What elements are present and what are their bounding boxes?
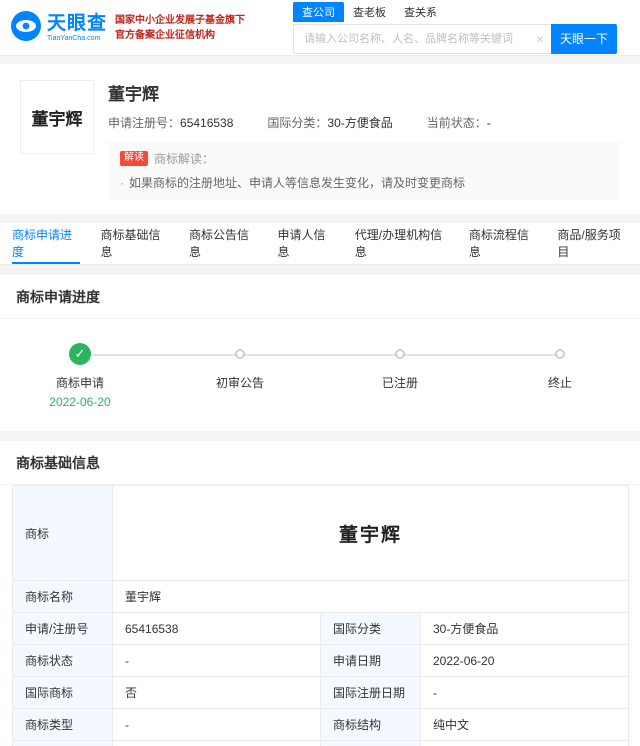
search-tab-relation[interactable]: 查关系 — [395, 2, 446, 22]
check-icon: ✓ — [69, 343, 91, 365]
table-row: 申请/注册号 65416538 国际分类 30-方便食品 — [12, 612, 630, 645]
row-label: 商标 — [12, 485, 113, 581]
table-row: 商标形式 - 优先权日期? - — [12, 740, 630, 746]
progress-step-terminated: 终止 — [480, 343, 640, 409]
tab-base-info[interactable]: 商标基础信息 — [101, 223, 169, 264]
trademark-image: 董宇辉 — [339, 524, 403, 546]
slogan-line-2: 官方备案企业征信机构 — [115, 29, 216, 41]
row-value: - — [112, 708, 321, 741]
row-value: - — [112, 644, 321, 677]
progress-section-title: 商标申请进度 — [0, 275, 640, 319]
step-label: 终止 — [547, 376, 572, 390]
step-label: 已注册 — [381, 376, 418, 390]
pending-circle-icon — [235, 349, 245, 359]
class-label: 国际分类： — [267, 116, 328, 130]
row-label: 商标形式 — [12, 740, 113, 746]
reg-no-value: 65416538 — [180, 116, 234, 130]
search-input[interactable] — [294, 24, 552, 53]
progress-section: 商标申请进度 ✓ 商标申请 2022-06-20 初审公告 已注册 终止 — [0, 275, 640, 431]
row-value: 否 — [112, 676, 321, 709]
slogan-line-1: 国家中小企业发展子基金旗下 — [115, 14, 246, 26]
progress-steps: ✓ 商标申请 2022-06-20 初审公告 已注册 终止 — [0, 319, 640, 431]
table-row: 商标名称 董宇辉 — [12, 580, 630, 613]
row-label: 商标结构 — [320, 708, 421, 741]
page: 天眼查 TianYanCha.com 国家中小企业发展子基金旗下 官方备案企业征… — [0, 0, 640, 746]
base-info-table: 商标 董宇辉 商标名称 董宇辉 申请/注册号 65416538 国际分类 30-… — [12, 485, 630, 746]
tianyancha-eye-icon — [10, 10, 42, 45]
row-label: 国际商标 — [12, 676, 113, 709]
row-label: 商标名称 — [12, 580, 113, 613]
official-slogan: 国家中小企业发展子基金旗下 官方备案企业征信机构 — [115, 13, 245, 43]
table-row: 商标 董宇辉 — [12, 485, 630, 581]
logo-domain: TianYanCha.com — [47, 34, 101, 42]
row-value: 董宇辉 — [111, 580, 630, 613]
base-info-section: 商标基础信息 商标 董宇辉 商标名称 董宇辉 申请/注册号 65416538 国… — [0, 441, 640, 746]
tianyancha-logo[interactable]: 天眼查 TianYanCha.com — [10, 10, 107, 45]
step-date: 2022-06-20 — [49, 395, 111, 409]
interpret-label: 商标解读： — [154, 152, 215, 166]
table-row: 国际商标 否 国际注册日期 - — [12, 676, 630, 709]
tab-trademark-progress[interactable]: 商标申请进度 — [12, 223, 80, 264]
row-label: 国际分类 — [320, 612, 421, 645]
search-area: 查公司 查老板 查关系 × 天眼一下 — [293, 1, 618, 54]
row-label: 商标状态 — [12, 644, 113, 677]
row-value: - — [112, 740, 321, 746]
search-tab-boss[interactable]: 查老板 — [344, 2, 395, 22]
progress-step-registered: 已注册 — [320, 343, 480, 409]
row-value: 纯中文 — [419, 708, 630, 741]
table-row: 商标状态 - 申请日期 2022-06-20 — [12, 644, 630, 677]
bullet: · — [120, 176, 124, 190]
search-tabs: 查公司 查老板 查关系 — [293, 1, 617, 22]
row-value: - — [419, 740, 630, 746]
pending-circle-icon — [395, 349, 405, 359]
search-input-wrap: × — [293, 23, 552, 54]
tab-agency-info[interactable]: 代理/办理机构信息 — [355, 223, 448, 264]
tab-announcement-info[interactable]: 商标公告信息 — [189, 223, 257, 264]
step-label: 初审公告 — [215, 376, 264, 390]
reg-no-label: 申请注册号： — [108, 116, 181, 130]
page-title: 董宇辉 — [108, 85, 159, 104]
summary-meta: 申请注册号：65416538 国际分类：30-方便食品 当前状态：- — [108, 114, 620, 131]
step-label: 商标申请 — [55, 376, 104, 390]
search-tab-company[interactable]: 查公司 — [293, 1, 345, 22]
row-value: 30-方便食品 — [419, 612, 630, 645]
pending-circle-icon — [555, 349, 565, 359]
tab-process-info[interactable]: 商标流程信息 — [469, 223, 537, 264]
row-value: 2022-06-20 — [419, 644, 630, 677]
trademark-summary-card: 董宇辉 董宇辉 申请注册号：65416538 国际分类：30-方便食品 当前状态… — [0, 64, 640, 214]
class-value: 30-方便食品 — [327, 116, 393, 130]
progress-step-preliminary: 初审公告 — [160, 343, 320, 409]
base-info-section-title: 商标基础信息 — [0, 441, 640, 485]
row-label: 商标类型 — [12, 708, 113, 741]
section-tabbar: 商标申请进度 商标基础信息 商标公告信息 申请人信息 代理/办理机构信息 商标流… — [0, 223, 640, 265]
table-row: 商标类型 - 商标结构 纯中文 — [12, 708, 630, 741]
clear-icon[interactable]: × — [536, 32, 544, 45]
site-header: 天眼查 TianYanCha.com 国家中小企业发展子基金旗下 官方备案企业征… — [0, 0, 640, 56]
row-label: 申请日期 — [320, 644, 421, 677]
tab-applicant-info[interactable]: 申请人信息 — [278, 223, 334, 264]
row-label: 申请/注册号 — [12, 612, 113, 645]
trademark-interpret-box: 解读 商标解读： · 如果商标的注册地址、申请人等信息发生变化，请及时变更商标 — [108, 142, 620, 200]
tab-goods-services[interactable]: 商品/服务项目 — [557, 223, 628, 264]
interpret-tip: 如果商标的注册地址、申请人等信息发生变化，请及时变更商标 — [129, 176, 466, 190]
status-label: 当前状态： — [426, 116, 487, 130]
status-value: - — [486, 116, 491, 130]
interpret-tag: 解读 — [120, 151, 148, 166]
row-value: 65416538 — [112, 612, 321, 645]
search-button[interactable]: 天眼一下 — [551, 23, 618, 54]
logo-name: 天眼查 — [47, 12, 108, 34]
row-label: 国际注册日期 — [320, 676, 421, 709]
trademark-image: 董宇辉 — [20, 80, 94, 154]
row-value: - — [419, 676, 630, 709]
progress-step-apply: ✓ 商标申请 2022-06-20 — [0, 343, 160, 409]
